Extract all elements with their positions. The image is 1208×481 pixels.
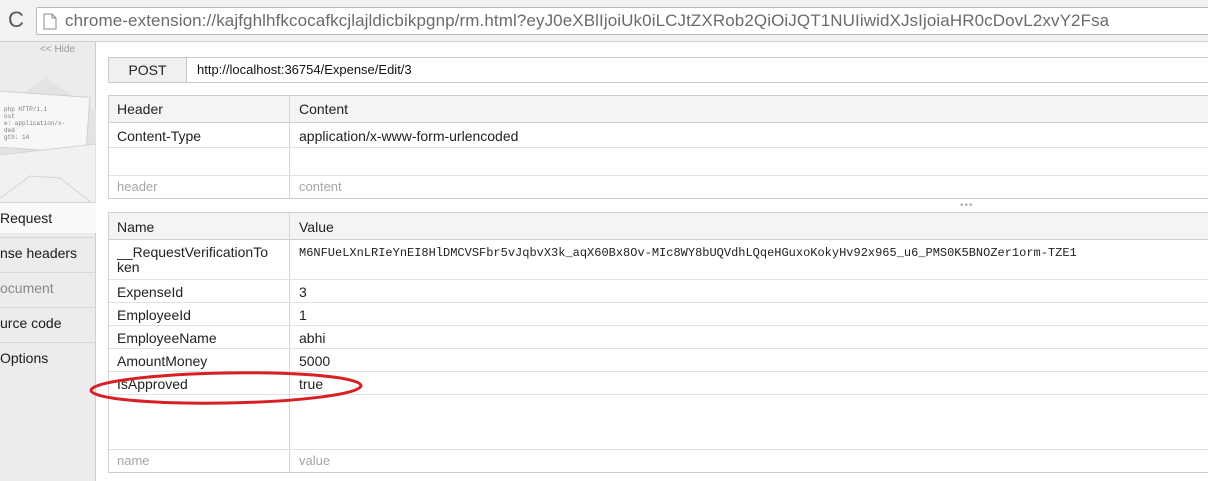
logo-line-5: gth: 14 xyxy=(4,134,30,141)
highlight-ellipse-annotation xyxy=(89,371,363,405)
row-divider xyxy=(109,175,1208,176)
param-value-cell: 5000 xyxy=(299,353,331,369)
column-content: Content xyxy=(299,101,349,117)
request-url-input[interactable]: http://localhost:36754/Expense/Edit/3 xyxy=(197,58,412,82)
param-name-cell: __RequestVerificationTo ken xyxy=(117,245,268,275)
address-url: chrome-extension://kajfghlhfkcocafkcjlaj… xyxy=(65,11,1110,30)
hide-sidebar-link[interactable]: << Hide xyxy=(40,44,75,55)
sidebar-item-label: urce code xyxy=(0,315,62,331)
row-divider xyxy=(109,279,1208,280)
sidebar-item-label: Request xyxy=(0,210,53,226)
rest-client-page: C chrome-extension://kajfghlhfkcocafkcjl… xyxy=(0,0,1208,481)
row-divider xyxy=(109,325,1208,326)
sidebar-item-label: Options xyxy=(0,350,49,366)
param-value-cell: abhi xyxy=(299,330,326,346)
sidebar: << Hide php HTTP/1.1 ost e: application/… xyxy=(0,42,96,481)
sidebar-item-label: ocument xyxy=(0,280,54,296)
param-value-cell: 3 xyxy=(299,284,307,300)
request-line: POST http://localhost:36754/Expense/Edit… xyxy=(108,57,1208,83)
row-divider xyxy=(109,147,1208,148)
param-name-line: ken xyxy=(117,259,140,275)
page-icon xyxy=(43,13,57,30)
column-name: Name xyxy=(117,219,155,235)
column-divider xyxy=(289,213,290,472)
headers-table-header: Header Content xyxy=(109,96,1208,123)
header-value-cell[interactable]: application/x-www-form-urlencoded xyxy=(299,128,518,144)
params-table: Name Value __RequestVerificationTo ken M… xyxy=(108,212,1208,473)
reload-icon[interactable]: C xyxy=(4,8,28,32)
param-name-cell: ExpenseId xyxy=(117,284,184,300)
new-param-value-input[interactable]: value xyxy=(299,453,330,468)
param-value-cell: 1 xyxy=(299,307,307,323)
sidebar-item-options[interactable]: Options xyxy=(0,342,96,373)
sidebar-item-response-headers[interactable]: nse headers xyxy=(0,237,96,268)
sidebar-item-document[interactable]: ocument xyxy=(0,272,96,303)
sidebar-item-request[interactable]: Request xyxy=(0,202,96,233)
new-param-name-input[interactable]: name xyxy=(117,453,150,468)
sidebar-item-source-code[interactable]: urce code xyxy=(0,307,96,338)
param-name-cell: EmployeeName xyxy=(117,330,217,346)
envelope-http-logo: php HTTP/1.1 ost e: application/x- ded g… xyxy=(0,78,96,206)
logo-line-4: ded xyxy=(4,127,15,134)
logo-line-2: ost xyxy=(4,113,15,120)
new-content-input[interactable]: content xyxy=(299,179,342,194)
method-select[interactable]: POST xyxy=(109,58,187,82)
address-bar[interactable]: chrome-extension://kajfghlhfkcocafkcjlaj… xyxy=(36,7,1208,35)
resize-grip[interactable]: ••• xyxy=(960,200,974,211)
row-divider xyxy=(109,449,1208,450)
header-name-cell[interactable]: Content-Type xyxy=(117,128,201,144)
browser-toolbar: C chrome-extension://kajfghlhfkcocafkcjl… xyxy=(0,0,1208,42)
param-name-cell: AmountMoney xyxy=(117,353,208,369)
logo-line-1: php HTTP/1.1 xyxy=(4,106,48,113)
row-divider xyxy=(109,302,1208,303)
new-header-input[interactable]: header xyxy=(117,179,157,194)
logo-line-3: e: application/x- xyxy=(4,120,65,127)
column-header: Header xyxy=(117,101,163,117)
param-name-cell: EmployeeId xyxy=(117,307,191,323)
row-divider xyxy=(109,348,1208,349)
params-table-header: Name Value xyxy=(109,213,1208,240)
headers-table: Header Content Content-Type application/… xyxy=(108,95,1208,199)
sidebar-item-label: nse headers xyxy=(0,245,78,261)
column-value: Value xyxy=(299,219,334,235)
param-value-cell: M6NFUeLXnLRIeYnEI8HlDMCVSFbr5vJqbvX3k_aq… xyxy=(299,246,1077,260)
param-name-line: __RequestVerificationTo xyxy=(117,244,268,260)
